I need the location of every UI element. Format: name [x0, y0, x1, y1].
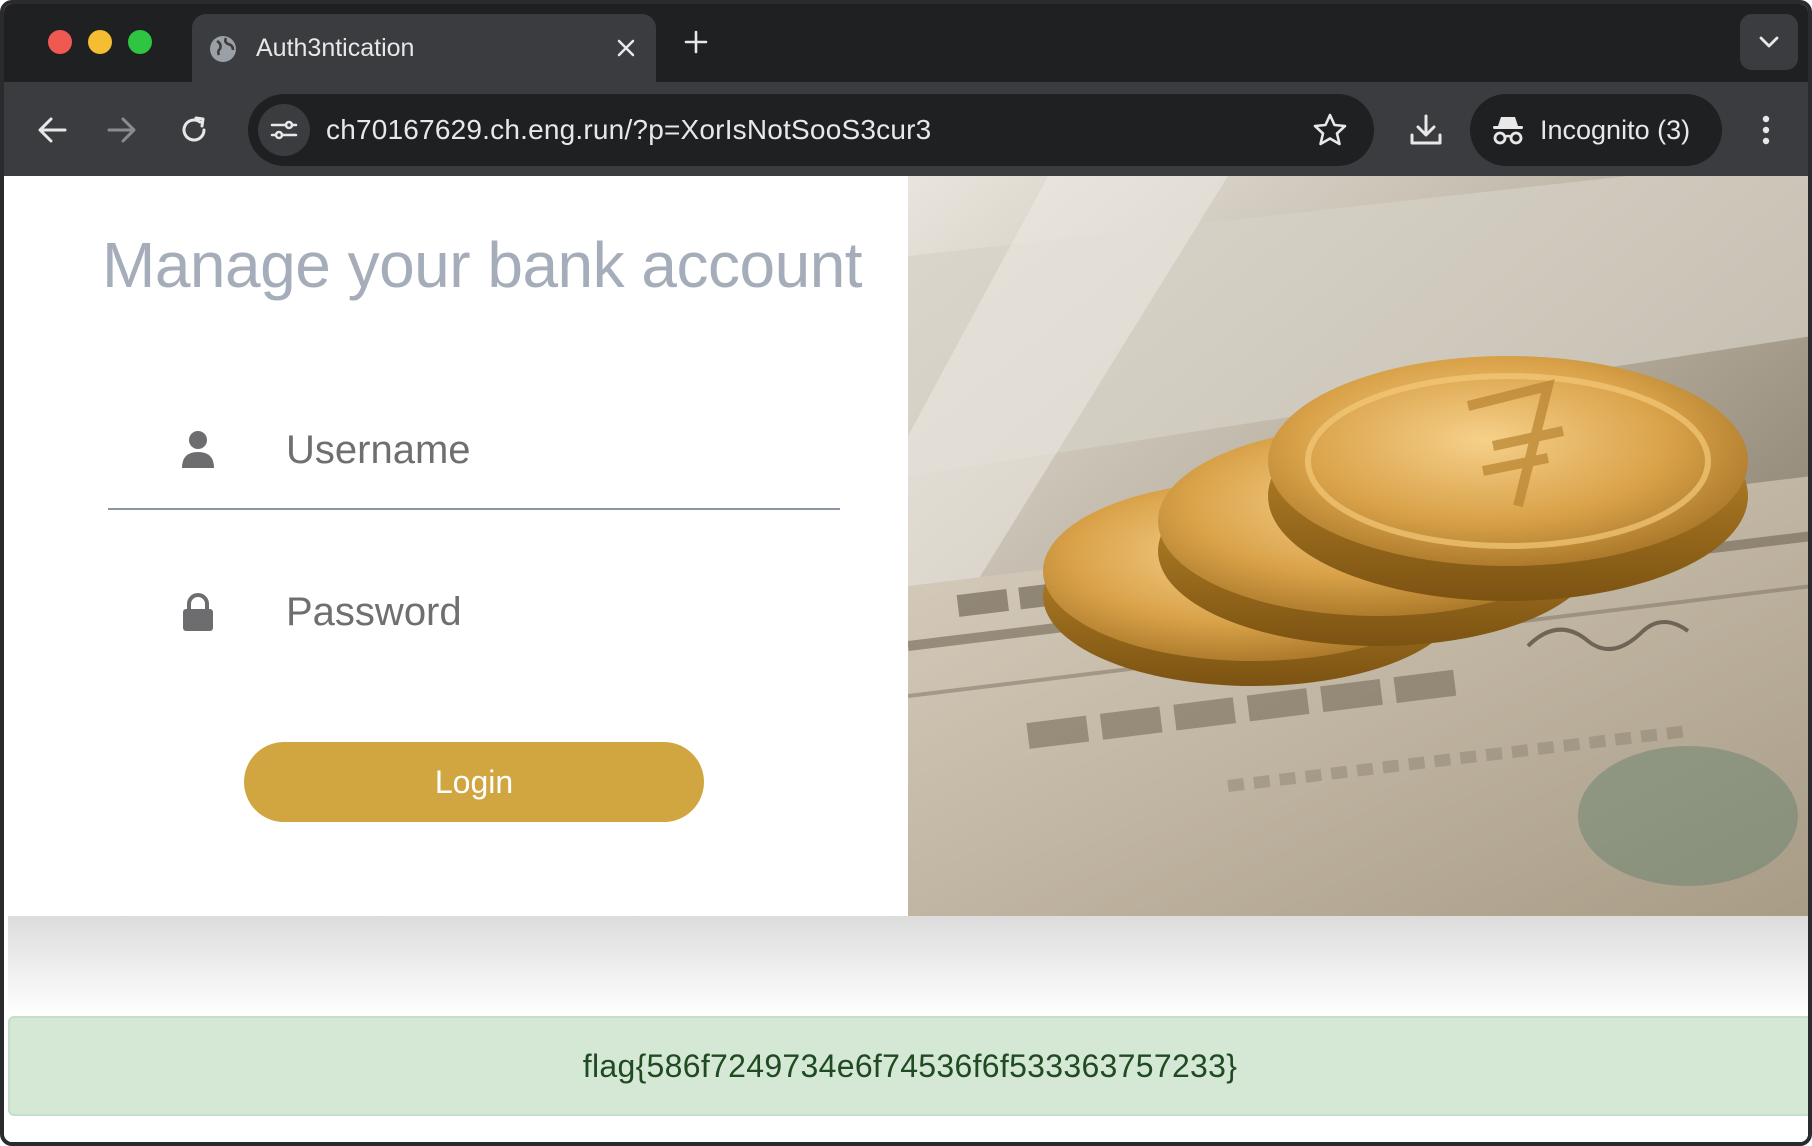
hero-image-coins-and-banknotes	[908, 176, 1808, 916]
flag-alert: flag{586f7249734e6f74536f6f533363757233}	[8, 1016, 1808, 1116]
reload-icon	[182, 116, 206, 142]
download-icon	[1410, 114, 1442, 145]
login-panel: Manage your bank account Login	[8, 176, 908, 916]
section-divider	[8, 916, 1808, 1016]
password-row	[108, 552, 840, 672]
username-row	[108, 390, 840, 510]
forward-button[interactable]	[100, 108, 144, 152]
back-button[interactable]	[30, 108, 74, 152]
incognito-label: Incognito (3)	[1540, 115, 1691, 145]
tab-active[interactable]: Auth3ntication	[192, 14, 656, 82]
tab-title: Auth3ntication	[256, 34, 415, 62]
username-input[interactable]	[286, 420, 806, 480]
lock-icon	[183, 593, 213, 631]
hero-illustration	[908, 176, 1808, 916]
close-window-button[interactable]	[48, 30, 72, 54]
close-icon	[617, 39, 635, 57]
globe-icon	[210, 36, 236, 62]
downloads-button[interactable]	[1404, 108, 1448, 152]
tab-strip: Auth3ntication	[4, 4, 1808, 82]
star-icon[interactable]	[1312, 112, 1348, 148]
forward-arrow-icon	[107, 117, 136, 143]
tab-search-button[interactable]	[1740, 14, 1798, 70]
incognito-icon	[1493, 117, 1523, 145]
url-text[interactable]: ch70167629.ch.eng.run/?p=XorIsNotSooS3cu…	[326, 114, 931, 146]
maximize-window-button[interactable]	[128, 30, 152, 54]
close-tab-button[interactable]	[608, 30, 644, 66]
browser-window: Auth3ntication ch70167629.ch.eng.run/?p=…	[0, 0, 1812, 1146]
chevron-down-icon	[1759, 36, 1779, 48]
address-bar[interactable]: ch70167629.ch.eng.run/?p=XorIsNotSooS3cu…	[248, 94, 1374, 166]
kebab-menu-icon	[1762, 115, 1770, 145]
new-tab-button[interactable]	[676, 22, 716, 62]
user-icon	[182, 431, 214, 468]
flag-text: flag{586f7249734e6f74536f6f533363757233}	[582, 1047, 1238, 1084]
reload-button[interactable]	[172, 108, 216, 152]
minimize-window-button[interactable]	[88, 30, 112, 54]
login-button[interactable]: Login	[244, 742, 704, 822]
browser-menu-button[interactable]	[1748, 108, 1784, 152]
site-settings-button[interactable]	[258, 104, 310, 156]
page-viewport: Manage your bank account Login	[8, 176, 1808, 1142]
back-arrow-icon	[38, 117, 67, 143]
page-title: Manage your bank account	[102, 229, 863, 301]
incognito-button[interactable]: Incognito (3)	[1470, 94, 1722, 166]
password-input[interactable]	[286, 582, 806, 642]
browser-toolbar: ch70167629.ch.eng.run/?p=XorIsNotSooS3cu…	[4, 82, 1808, 176]
site-settings-icon	[270, 120, 298, 140]
plus-icon	[684, 30, 708, 54]
